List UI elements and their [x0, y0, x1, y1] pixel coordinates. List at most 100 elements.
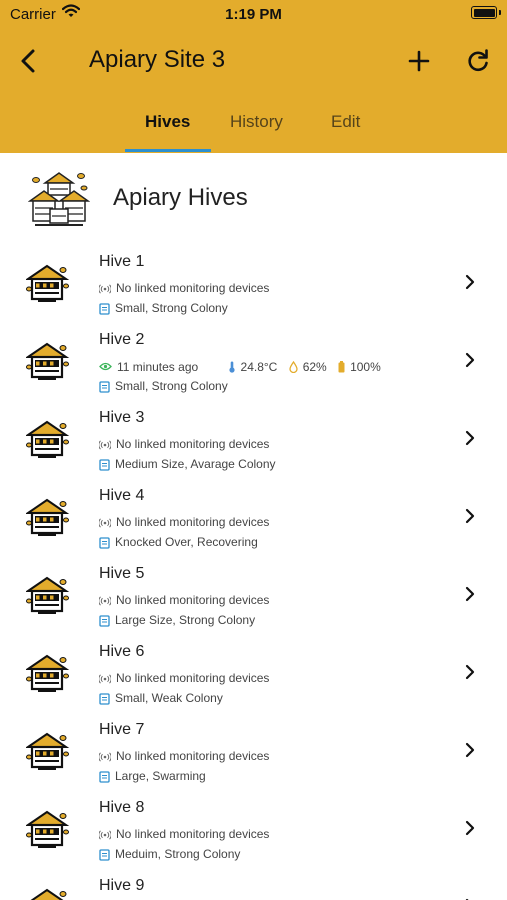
chevron-right-icon: [465, 664, 475, 680]
battery-level-icon: [338, 360, 345, 373]
nav-bar: Apiary Site 3: [0, 36, 507, 86]
monitor-text: No linked monitoring devices: [116, 671, 270, 685]
apiary-icon: [28, 172, 90, 226]
monitor-text: No linked monitoring devices: [116, 437, 270, 451]
note-text: Small, Strong Colony: [115, 379, 228, 393]
refresh-button[interactable]: [463, 44, 493, 78]
note-icon: [99, 381, 110, 393]
app-header: Carrier 1:19 PM Apiary Site 3 Hives Hist…: [0, 0, 507, 153]
tab-indicator: [125, 149, 211, 152]
hive-note: Small, Strong Colony: [99, 301, 228, 317]
sensor-readings: 11 minutes ago 24.8°C 62% 100%: [99, 359, 381, 375]
hive-name: Hive 1: [99, 253, 145, 270]
status-bar: Carrier 1:19 PM: [0, 0, 507, 28]
beehive-icon: [26, 264, 70, 302]
tab-history[interactable]: History: [230, 112, 283, 132]
hive-row[interactable]: Hive 8 No linked monitoring devices Medu…: [0, 791, 507, 869]
note-text: Small, Strong Colony: [115, 301, 228, 315]
beehive-icon: [26, 810, 70, 848]
monitor-status: No linked monitoring devices: [99, 515, 269, 531]
last-seen: 11 minutes ago: [117, 359, 199, 374]
hive-name: Hive 8: [99, 799, 145, 816]
note-icon: [99, 303, 110, 315]
beehive-icon: [26, 654, 70, 692]
hive-row[interactable]: Hive 1 No linked monitoring devices Smal…: [0, 245, 507, 323]
monitor-status: No linked monitoring devices: [99, 749, 269, 765]
note-text: Small, Weak Colony: [115, 691, 223, 705]
beehive-icon: [26, 420, 70, 458]
hive-row[interactable]: Hive 9: [0, 869, 507, 900]
refresh-icon: [468, 49, 488, 72]
note-text: Meduim, Strong Colony: [115, 847, 241, 861]
monitor-text: No linked monitoring devices: [116, 827, 270, 841]
beehive-icon: [26, 498, 70, 536]
hive-row[interactable]: Hive 5 No linked monitoring devices Larg…: [0, 557, 507, 635]
monitor-status: No linked monitoring devices: [99, 437, 269, 453]
status-time: 1:19 PM: [225, 6, 282, 23]
note-icon: [99, 459, 110, 471]
thermometer-icon: [228, 361, 235, 373]
temperature: 24.8°C: [240, 359, 278, 374]
monitor-text: No linked monitoring devices: [116, 749, 270, 763]
beehive-icon: [26, 576, 70, 614]
tab-hives[interactable]: Hives: [145, 112, 190, 132]
hive-note: Knocked Over, Recovering: [99, 535, 258, 551]
hive-name: Hive 2: [99, 331, 145, 348]
chevron-right-icon: [465, 274, 475, 290]
monitor-status: No linked monitoring devices: [99, 671, 269, 687]
chevron-right-icon: [465, 430, 475, 446]
note-text: Large, Swarming: [115, 769, 206, 783]
hive-row[interactable]: Hive 4 No linked monitoring devices Knoc…: [0, 479, 507, 557]
note-icon: [99, 849, 110, 861]
note-text: Knocked Over, Recovering: [115, 535, 258, 549]
section-header: Apiary Hives: [0, 164, 507, 234]
humidity: 62%: [302, 359, 327, 374]
chevron-left-icon: [21, 49, 35, 73]
hive-note: Meduim, Strong Colony: [99, 847, 240, 863]
add-hive-button[interactable]: [404, 44, 434, 78]
chevron-right-icon: [465, 586, 475, 602]
tab-edit[interactable]: Edit: [331, 112, 360, 132]
chevron-right-icon: [465, 820, 475, 836]
hive-row[interactable]: Hive 3 No linked monitoring devices Medi…: [0, 401, 507, 479]
page-title: Apiary Site 3: [89, 46, 226, 73]
beehive-icon: [26, 342, 70, 380]
battery-tip: [499, 10, 501, 15]
battery-level: 100%: [350, 359, 381, 374]
back-button[interactable]: [14, 44, 44, 78]
beehive-icon: [26, 732, 70, 770]
note-icon: [99, 771, 110, 783]
signal-icon: [99, 284, 111, 294]
section-title: Apiary Hives: [113, 184, 248, 211]
hive-name: Hive 5: [99, 565, 145, 582]
hive-note: Medium Size, Avarage Colony: [99, 457, 276, 473]
humidity-icon: [289, 360, 298, 373]
battery-icon: [471, 6, 497, 19]
hive-name: Hive 9: [99, 877, 145, 894]
hive-name: Hive 6: [99, 643, 145, 660]
chevron-right-icon: [465, 742, 475, 758]
hive-note: Large Size, Strong Colony: [99, 613, 255, 629]
beehive-icon: [30, 888, 67, 900]
hive-name: Hive 3: [99, 409, 145, 426]
note-icon: [99, 537, 110, 549]
hive-note: Small, Strong Colony: [99, 379, 228, 395]
hive-name: Hive 4: [99, 487, 145, 504]
monitor-status: No linked monitoring devices: [99, 827, 269, 843]
hive-row[interactable]: Hive 2 11 minutes ago 24.8°C 62% 100% Sm…: [0, 323, 507, 401]
plus-icon: [408, 50, 430, 72]
hive-row[interactable]: Hive 7 No linked monitoring devices Larg…: [0, 713, 507, 791]
signal-icon: [99, 830, 111, 840]
hive-row[interactable]: Hive 6 No linked monitoring devices Smal…: [0, 635, 507, 713]
signal-icon: [99, 518, 111, 528]
note-text: Large Size, Strong Colony: [115, 613, 256, 627]
hive-note: Small, Weak Colony: [99, 691, 223, 707]
eye-icon: [99, 363, 112, 371]
monitor-status: No linked monitoring devices: [99, 281, 269, 297]
signal-icon: [99, 596, 111, 606]
monitor-status: No linked monitoring devices: [99, 593, 269, 609]
hive-note: Large, Swarming: [99, 769, 206, 785]
signal-icon: [99, 674, 111, 684]
note-text: Medium Size, Avarage Colony: [115, 457, 276, 471]
note-icon: [99, 693, 110, 705]
